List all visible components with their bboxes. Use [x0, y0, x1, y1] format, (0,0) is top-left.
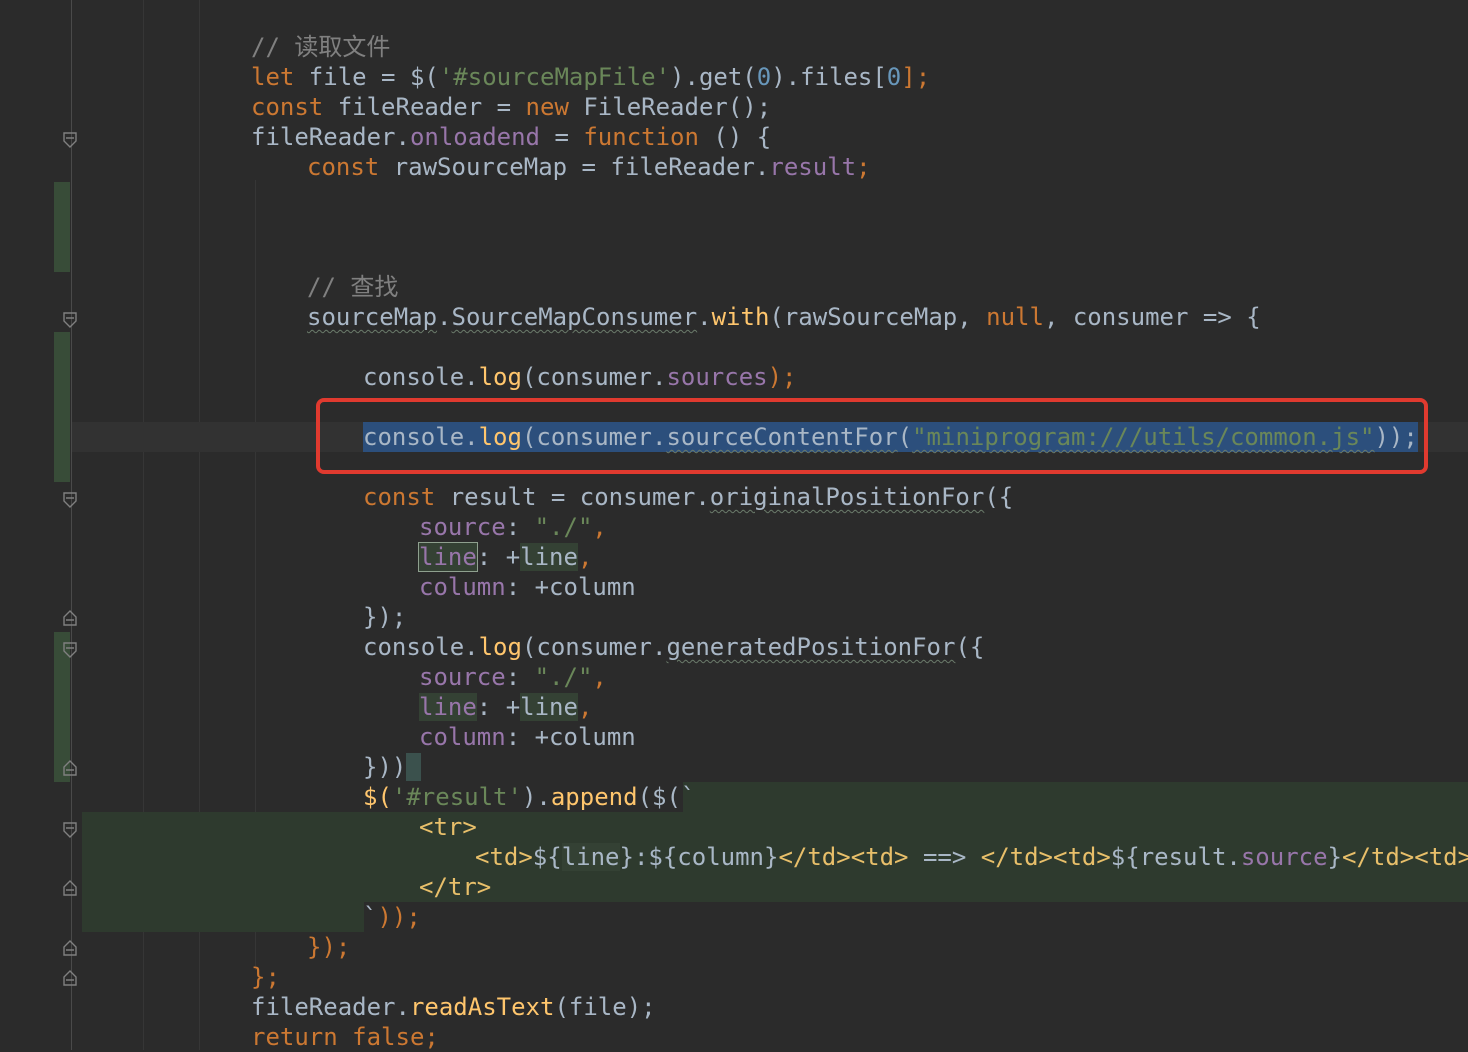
code-line: </tr> — [419, 873, 492, 901]
injected-language-bg — [683, 782, 1468, 812]
caret-marker — [406, 753, 421, 781]
code-line: fileReader.readAsText(file); — [251, 993, 656, 1021]
code-line: }); — [307, 933, 351, 961]
code-line: line: +line, — [419, 693, 593, 721]
code-line: source: "./", — [419, 513, 607, 541]
fold-end-icon[interactable] — [63, 880, 77, 896]
fold-end-icon[interactable] — [63, 940, 77, 956]
code-line: }); — [363, 603, 407, 631]
fold-icon[interactable] — [63, 132, 77, 148]
code-line: <tr> — [419, 813, 477, 841]
code-line-comment: // 查找 — [307, 273, 399, 301]
injected-language-bg — [82, 902, 364, 932]
code-line: })) — [363, 752, 421, 782]
code-line: source: "./", — [419, 663, 607, 691]
code-line: <td>${line}:${column}</td><td> ==> </td>… — [475, 843, 1468, 871]
vcs-change-marker[interactable] — [54, 332, 70, 482]
code-line: column: +column — [419, 723, 636, 751]
fold-icon[interactable] — [63, 642, 77, 658]
code-line: console.log(consumer.generatedPositionFo… — [363, 633, 985, 661]
vcs-change-marker[interactable] — [54, 182, 70, 272]
code-line: const result = consumer.originalPosition… — [363, 483, 1014, 511]
code-line: }; — [251, 963, 280, 991]
code-line: $('#result').append($(` — [363, 783, 696, 811]
annotation-highlight-box — [316, 398, 1428, 474]
code-line: let file = $('#sourceMapFile').get(0).fi… — [251, 63, 931, 91]
fold-icon[interactable] — [63, 492, 77, 508]
code-line: console.log(consumer.sources); — [363, 363, 797, 391]
code-line: fileReader.onloadend = function () { — [251, 123, 772, 151]
code-line: `)); — [363, 903, 421, 931]
fold-end-icon[interactable] — [63, 970, 77, 986]
code-line: sourceMap.SourceMapConsumer.with(rawSour… — [307, 303, 1261, 331]
code-line-comment: // 读取文件 — [251, 33, 391, 61]
fold-icon[interactable] — [63, 822, 77, 838]
code-line: line: +line, — [418, 542, 593, 572]
code-line: return false; — [251, 1023, 439, 1051]
fold-end-icon[interactable] — [63, 610, 77, 626]
code-line: const rawSourceMap = fileReader.result; — [307, 153, 871, 181]
code-line: column: +column — [419, 573, 636, 601]
fold-end-icon[interactable] — [63, 760, 77, 776]
code-line: const fileReader = new FileReader(); — [251, 93, 772, 121]
fold-icon[interactable] — [63, 312, 77, 328]
